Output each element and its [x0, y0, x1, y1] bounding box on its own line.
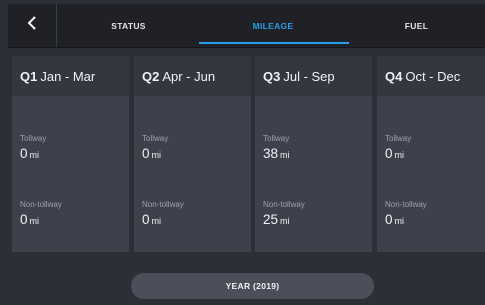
back-button[interactable] — [8, 4, 57, 47]
quarter-id: Q4 — [385, 68, 403, 84]
tab-fuel[interactable]: FUEL — [348, 4, 485, 47]
quarter-header: Q3 Jul - Sep — [255, 56, 372, 96]
quarters-grid: Q1 Jan - Mar Tollway 0 mi Non-tollway 0 mi… — [12, 56, 485, 252]
quarter-card-q2: Q2 Apr - Jun Tollway 0 mi Non-tollway 0 mi — [134, 56, 251, 252]
nontollway-value: 25 mi — [263, 212, 290, 227]
nontollway-label: Non-tollway — [142, 200, 184, 209]
quarter-card-q3: Q3 Jul - Sep Tollway 38 mi Non-tollway 25… — [255, 56, 372, 252]
tollway-metric: Tollway 38 mi — [255, 134, 290, 161]
nontollway-metric: Non-tollway 0 mi — [377, 200, 427, 227]
quarter-range: Apr - Jun — [162, 68, 216, 84]
tollway-metric: Tollway 0 mi — [12, 134, 46, 161]
mileage-screen: STATUS MILEAGE FUEL Q1 Jan - Mar Tollway… — [8, 4, 485, 305]
tab-status[interactable]: STATUS — [56, 4, 201, 47]
nontollway-label: Non-tollway — [263, 200, 305, 209]
tollway-label: Tollway — [20, 134, 47, 143]
tollway-value: 0 mi — [385, 146, 405, 161]
nontollway-metric: Non-tollway 0 mi — [134, 200, 184, 227]
nontollway-metric: Non-tollway 0 mi — [12, 200, 62, 227]
tollway-label: Tollway — [385, 134, 412, 143]
nontollway-value: 0 mi — [20, 212, 40, 227]
quarter-header: Q1 Jan - Mar — [12, 56, 129, 96]
quarter-header: Q2 Apr - Jun — [134, 56, 251, 96]
year-button[interactable]: YEAR (2019) — [131, 273, 374, 299]
tollway-label: Tollway — [142, 134, 169, 143]
nontollway-value: 0 mi — [142, 212, 162, 227]
quarter-id: Q2 — [142, 68, 160, 84]
tollway-value: 0 mi — [20, 146, 40, 161]
active-tab-indicator — [199, 42, 349, 44]
chevron-left-icon — [27, 16, 37, 35]
nontollway-label: Non-tollway — [20, 200, 62, 209]
tollway-value: 38 mi — [263, 146, 290, 161]
quarter-card-q1: Q1 Jan - Mar Tollway 0 mi Non-tollway 0 mi — [12, 56, 129, 252]
quarter-card-q4: Q4 Oct - Dec Tollway 0 mi Non-tollway 0 mi — [377, 56, 485, 252]
quarter-range: Oct - Dec — [405, 68, 461, 84]
top-nav: STATUS MILEAGE FUEL — [8, 4, 485, 48]
tollway-metric: Tollway 0 mi — [377, 134, 411, 161]
nontollway-value: 0 mi — [385, 212, 405, 227]
tollway-metric: Tollway 0 mi — [134, 134, 168, 161]
tollway-label: Tollway — [263, 134, 290, 143]
nontollway-metric: Non-tollway 25 mi — [255, 200, 305, 227]
tollway-value: 0 mi — [142, 146, 162, 161]
tab-mileage[interactable]: MILEAGE — [198, 4, 348, 47]
quarter-range: Jan - Mar — [40, 68, 96, 84]
quarter-id: Q3 — [263, 68, 281, 84]
quarter-id: Q1 — [20, 68, 38, 84]
quarter-range: Jul - Sep — [283, 68, 335, 84]
nontollway-label: Non-tollway — [385, 200, 427, 209]
quarter-header: Q4 Oct - Dec — [377, 56, 485, 96]
